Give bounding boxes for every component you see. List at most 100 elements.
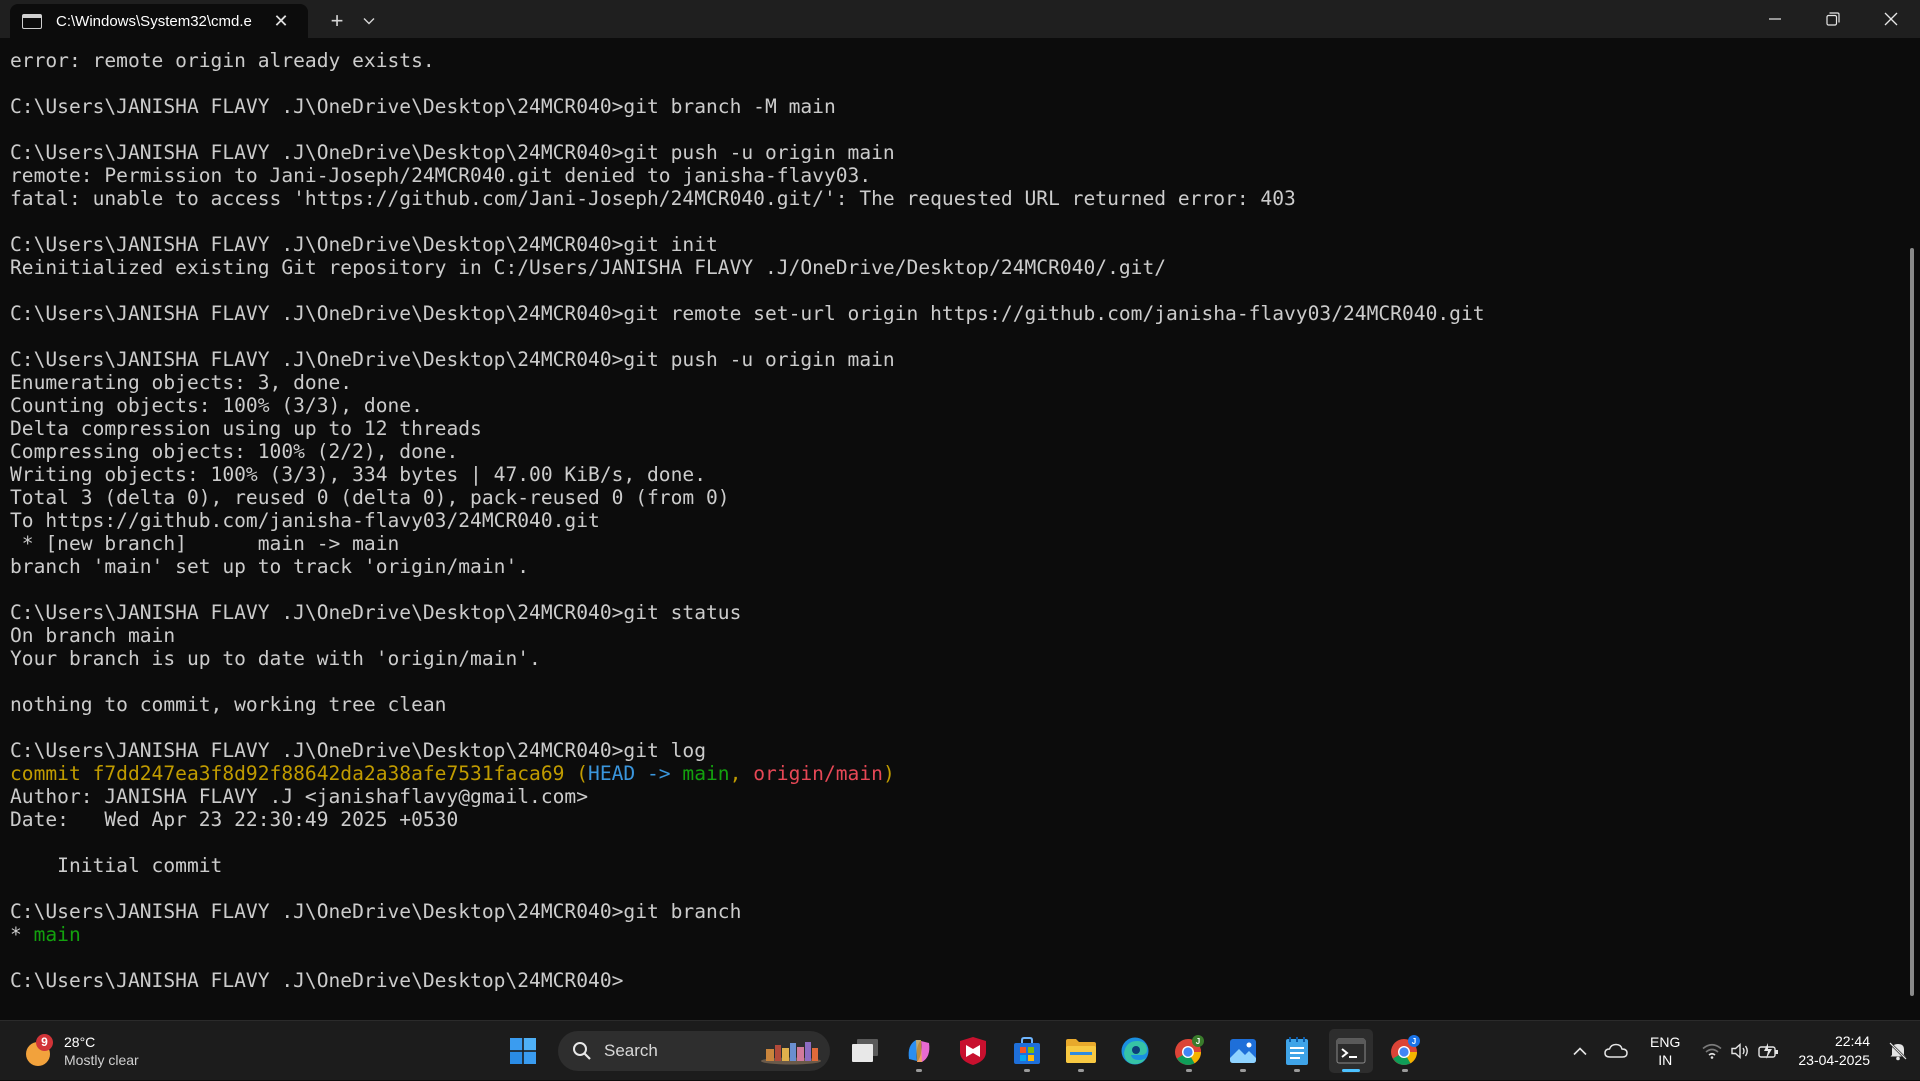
- onedrive-cloud-icon: [1604, 1043, 1628, 1058]
- terminal-line: Initial commit: [10, 854, 1485, 877]
- terminal-output[interactable]: error: remote origin already exists. C:\U…: [0, 38, 1920, 1020]
- photos-icon: [1230, 1039, 1256, 1063]
- terminal-line: C:\Users\JANISHA FLAVY .J\OneDrive\Deskt…: [10, 601, 1485, 624]
- terminal-line: C:\Users\JANISHA FLAVY .J\OneDrive\Deskt…: [10, 739, 1485, 762]
- terminal-segment: Enumerating objects: 3, done.: [10, 371, 353, 394]
- system-tray: ENG IN 22:44 23-04-2025: [1564, 1021, 1920, 1081]
- clock[interactable]: 22:44 23-04-2025: [1798, 1032, 1870, 1070]
- copilot-icon: [908, 1040, 930, 1062]
- terminal-segment: Initial commit: [10, 854, 223, 877]
- notifications-button[interactable]: [1884, 1041, 1912, 1061]
- terminal-line: Counting objects: 100% (3/3), done.: [10, 394, 1485, 417]
- chrome-profile-button[interactable]: J: [1167, 1029, 1211, 1073]
- new-tab-button[interactable]: +: [320, 4, 354, 38]
- terminal-scrollbar[interactable]: [1910, 248, 1914, 996]
- edge-button[interactable]: [1113, 1029, 1157, 1073]
- svg-text:J: J: [1196, 1037, 1200, 1046]
- terminal-segment: remote: Permission to Jani-Joseph/24MCR0…: [10, 164, 872, 187]
- start-button[interactable]: [501, 1029, 545, 1073]
- tab-close-icon[interactable]: ✕: [272, 12, 290, 30]
- terminal-line: Delta compression using up to 12 threads: [10, 417, 1485, 440]
- terminal-segment: main: [682, 762, 730, 785]
- notepad-button[interactable]: [1275, 1029, 1319, 1073]
- language-indicator[interactable]: ENG IN: [1650, 1033, 1680, 1069]
- terminal-segment: nothing to commit, working tree clean: [10, 693, 447, 716]
- terminal-segment: Delta compression using up to 12 threads: [10, 417, 482, 440]
- terminal-segment: C:\Users\JANISHA FLAVY .J\OneDrive\Deskt…: [10, 969, 624, 992]
- minimize-button[interactable]: [1746, 0, 1804, 38]
- file-explorer-button[interactable]: [1059, 1029, 1103, 1073]
- terminal-segment: origin/main: [753, 762, 883, 785]
- onedrive-button[interactable]: [1596, 1043, 1636, 1059]
- svg-text:J: J: [1412, 1037, 1416, 1046]
- terminal-segment: To https://github.com/janisha-flavy03/24…: [10, 509, 600, 532]
- terminal-segment: error: remote origin already exists.: [10, 49, 435, 72]
- terminal-line: C:\Users\JANISHA FLAVY .J\OneDrive\Deskt…: [10, 233, 1485, 256]
- close-icon: [1884, 12, 1898, 26]
- network-button[interactable]: [1698, 1043, 1726, 1059]
- terminal-icon: [1336, 1038, 1366, 1064]
- terminal-button[interactable]: [1329, 1029, 1373, 1073]
- terminal-segment: C:\Users\JANISHA FLAVY .J\OneDrive\Deskt…: [10, 900, 742, 923]
- running-indicator: [1024, 1069, 1030, 1072]
- running-indicator: [916, 1069, 922, 1072]
- show-hidden-icons-button[interactable]: [1564, 1046, 1596, 1056]
- mcafee-shield-icon: [960, 1037, 986, 1065]
- language-region: IN: [1658, 1052, 1673, 1068]
- terminal-segment: *: [10, 923, 34, 946]
- search-box[interactable]: Search: [558, 1031, 830, 1071]
- chevron-down-icon: [363, 18, 375, 25]
- terminal-segment: C:\Users\JANISHA FLAVY .J\OneDrive\Deskt…: [10, 95, 836, 118]
- task-view-icon: [852, 1039, 878, 1062]
- microsoft-store-button[interactable]: [1005, 1029, 1049, 1073]
- terminal-line: C:\Users\JANISHA FLAVY .J\OneDrive\Deskt…: [10, 95, 1485, 118]
- terminal-line: nothing to commit, working tree clean: [10, 693, 1485, 716]
- tab-cmd[interactable]: C:\Windows\System32\cmd.e ✕: [10, 4, 308, 38]
- terminal-segment: C:\Users\JANISHA FLAVY .J\OneDrive\Deskt…: [10, 233, 718, 256]
- chrome-profile-2-button[interactable]: J: [1383, 1029, 1427, 1073]
- terminal-segment: On branch main: [10, 624, 176, 647]
- copilot-button[interactable]: [897, 1029, 941, 1073]
- close-window-button[interactable]: [1862, 0, 1920, 38]
- terminal-segment: HEAD ->: [588, 762, 683, 785]
- volume-button[interactable]: [1726, 1042, 1754, 1060]
- restore-button[interactable]: [1804, 0, 1862, 38]
- terminal-line: Your branch is up to date with 'origin/m…: [10, 647, 1485, 670]
- taskbar-apps: Search J J: [496, 1021, 1432, 1081]
- terminal-segment: C:\Users\JANISHA FLAVY .J\OneDrive\Deskt…: [10, 739, 706, 762]
- chrome-icon: J: [1391, 1035, 1420, 1065]
- terminal-line: error: remote origin already exists.: [10, 49, 1485, 72]
- mcafee-button[interactable]: [951, 1029, 995, 1073]
- terminal-line: * main: [10, 923, 1485, 946]
- terminal-line: commit f7dd247ea3f8d92f88642da2a38afe753…: [10, 762, 1485, 785]
- weather-widget[interactable]: 9 28°C Mostly clear: [22, 1029, 139, 1073]
- search-icon: [573, 1042, 591, 1060]
- terminal-segment: main: [33, 923, 81, 946]
- terminal-line: On branch main: [10, 624, 1485, 647]
- weather-temperature: 28°C: [64, 1034, 96, 1050]
- terminal-line: C:\Users\JANISHA FLAVY .J\OneDrive\Deskt…: [10, 348, 1485, 371]
- terminal-line: branch 'main' set up to track 'origin/ma…: [10, 555, 1485, 578]
- terminal-line: C:\Users\JANISHA FLAVY .J\OneDrive\Deskt…: [10, 141, 1485, 164]
- terminal-segment: Your branch is up to date with 'origin/m…: [10, 647, 541, 670]
- terminal-line: Author: JANISHA FLAVY .J <janishaflavy@g…: [10, 785, 1485, 808]
- battery-button[interactable]: [1754, 1042, 1784, 1060]
- title-bar: C:\Windows\System32\cmd.e ✕ +: [0, 0, 1920, 38]
- tab-dropdown-button[interactable]: [354, 4, 384, 38]
- terminal-segment: C:\Users\JANISHA FLAVY .J\OneDrive\Deskt…: [10, 302, 1485, 325]
- photos-button[interactable]: [1221, 1029, 1265, 1073]
- task-view-button[interactable]: [843, 1029, 887, 1073]
- terminal-segment: * [new branch] main -> main: [10, 532, 400, 555]
- weather-badge: 9: [36, 1034, 53, 1051]
- terminal-segment: C:\Users\JANISHA FLAVY .J\OneDrive\Deskt…: [10, 348, 895, 371]
- chevron-up-icon: [1573, 1046, 1587, 1055]
- terminal-line: Date: Wed Apr 23 22:30:49 2025 +0530: [10, 808, 1485, 831]
- terminal-segment: Writing objects: 100% (3/3), 334 bytes |…: [10, 463, 706, 486]
